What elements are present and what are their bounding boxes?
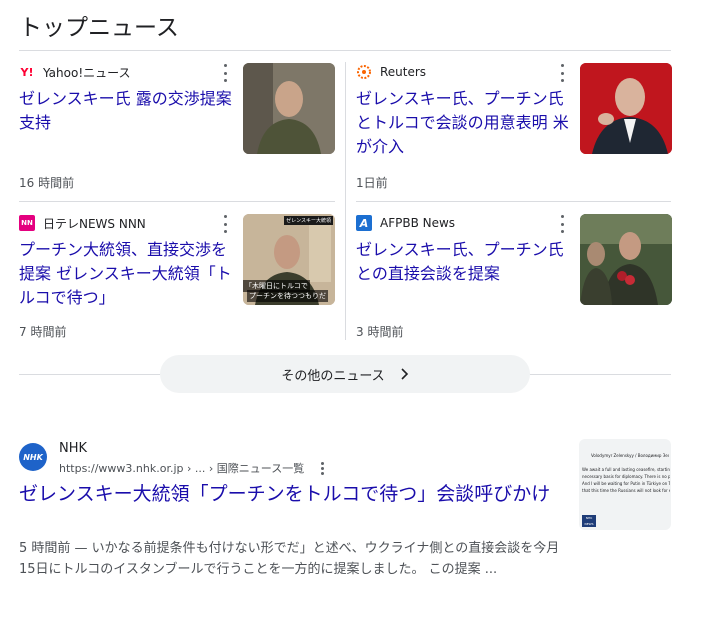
- thumb-text-line: necessary basis for diplomacy. There is …: [582, 474, 670, 479]
- result-url: https://www3.nhk.or.jp › ... › 国際ニュース一覧: [59, 462, 305, 475]
- top-divider: [19, 50, 671, 51]
- thumbnail-image[interactable]: [243, 63, 335, 154]
- more-options-icon[interactable]: [217, 64, 233, 82]
- reuters-logo-icon: [356, 64, 372, 80]
- afpbb-logo-icon: A: [356, 215, 372, 231]
- result-title-link[interactable]: ゼレンスキー大統領「プーチンをトルコで待つ」会談呼びかけ: [19, 482, 569, 507]
- more-options-icon[interactable]: [217, 215, 233, 233]
- source-row: Reuters: [356, 62, 426, 82]
- source-row: NN 日テレNEWS NNN: [19, 213, 146, 233]
- result-url-row[interactable]: https://www3.nhk.or.jp › ... › 国際ニュース一覧: [59, 460, 330, 476]
- site-favicon-icon: NHK: [19, 443, 47, 471]
- ntv-logo-icon: NN: [19, 215, 35, 231]
- row-divider-right: [356, 201, 671, 202]
- time-label: 3 時間前: [356, 325, 404, 339]
- time-label: 1日前: [356, 176, 388, 190]
- news-card-yahoo[interactable]: Y! Yahoo!ニュース ゼレンスキー氏 露の交渉提案支持 16 時間前: [19, 62, 335, 202]
- person-photo-icon: [580, 63, 672, 154]
- source-name: 日テレNEWS NNN: [43, 216, 146, 231]
- more-news-label: その他のニュース: [281, 368, 385, 384]
- headline-link[interactable]: プーチン大統領、直接交渉を提案 ゼレンスキー大統領「トルコで待つ」: [19, 238, 237, 310]
- thumbnail-image[interactable]: ゼレンスキー大統領 「木曜日にトルコで プーチンを待つつもりだ: [243, 214, 335, 305]
- thumb-text-line: We await a full and lasting ceasefire, s…: [582, 467, 670, 472]
- thumb-news-badge: NHK NEWS: [582, 515, 596, 527]
- thumb-caption-top: ゼレンスキー大統領: [284, 216, 333, 225]
- person-photo-icon: [580, 214, 672, 305]
- headline-link[interactable]: ゼレンスキー氏、プーチン氏とトルコで会談の用意表明 米が介入: [356, 87, 574, 159]
- more-options-icon[interactable]: [554, 64, 570, 82]
- section-title: トップニュース: [19, 15, 179, 41]
- thumbnail-image[interactable]: [580, 63, 672, 154]
- more-options-icon[interactable]: [554, 215, 570, 233]
- more-options-icon[interactable]: [314, 461, 330, 475]
- thumb-author: Volodymyr Zelenskyy / Володимир Зеленськ…: [591, 453, 669, 458]
- headline-link[interactable]: ゼレンスキー氏 露の交渉提案支持: [19, 87, 237, 135]
- thumb-text-line: that this time the Russians will not loo…: [582, 488, 670, 493]
- news-card-ntv[interactable]: NN 日テレNEWS NNN プーチン大統領、直接交渉を提案 ゼレンスキー大統領…: [19, 213, 335, 353]
- result-snippet: 5 時間前 — いかなる前提条件も付けない形でだ」と述べ、ウクライナ側との直接会…: [19, 541, 560, 577]
- source-name: Yahoo!ニュース: [43, 65, 131, 80]
- person-photo-icon: [243, 63, 335, 154]
- thumb-caption-line-2: プーチンを待つつもりだ: [247, 290, 328, 302]
- source-row: A AFPBB News: [356, 213, 455, 233]
- chevron-right-icon: [401, 368, 408, 380]
- result-thumbnail[interactable]: Volodymyr Zelenskyy / Володимир Зеленськ…: [579, 439, 671, 530]
- source-name: AFPBB News: [380, 216, 456, 230]
- headline-link[interactable]: ゼレンスキー氏、プーチン氏との直接会談を提案: [356, 238, 574, 286]
- column-divider: [345, 62, 346, 340]
- thumb-text-line: And I will be waiting for Putin in Türki…: [582, 481, 670, 486]
- source-row: Y! Yahoo!ニュース: [19, 62, 131, 82]
- time-label: 7 時間前: [19, 325, 67, 339]
- row-divider-left: [19, 201, 335, 202]
- time-label: 16 時間前: [19, 176, 75, 190]
- news-card-reuters[interactable]: Reuters ゼレンスキー氏、プーチン氏とトルコで会談の用意表明 米が介入 1…: [356, 62, 672, 202]
- result-site-name[interactable]: NHK: [59, 441, 87, 456]
- news-card-afpbb[interactable]: A AFPBB News ゼレンスキー氏、プーチン氏との直接会談を提案 3 時間…: [356, 213, 672, 353]
- thumbnail-image[interactable]: [580, 214, 672, 305]
- yahoo-logo-icon: Y!: [20, 65, 34, 79]
- more-news-button[interactable]: その他のニュース: [160, 355, 530, 393]
- source-name: Reuters: [380, 65, 427, 79]
